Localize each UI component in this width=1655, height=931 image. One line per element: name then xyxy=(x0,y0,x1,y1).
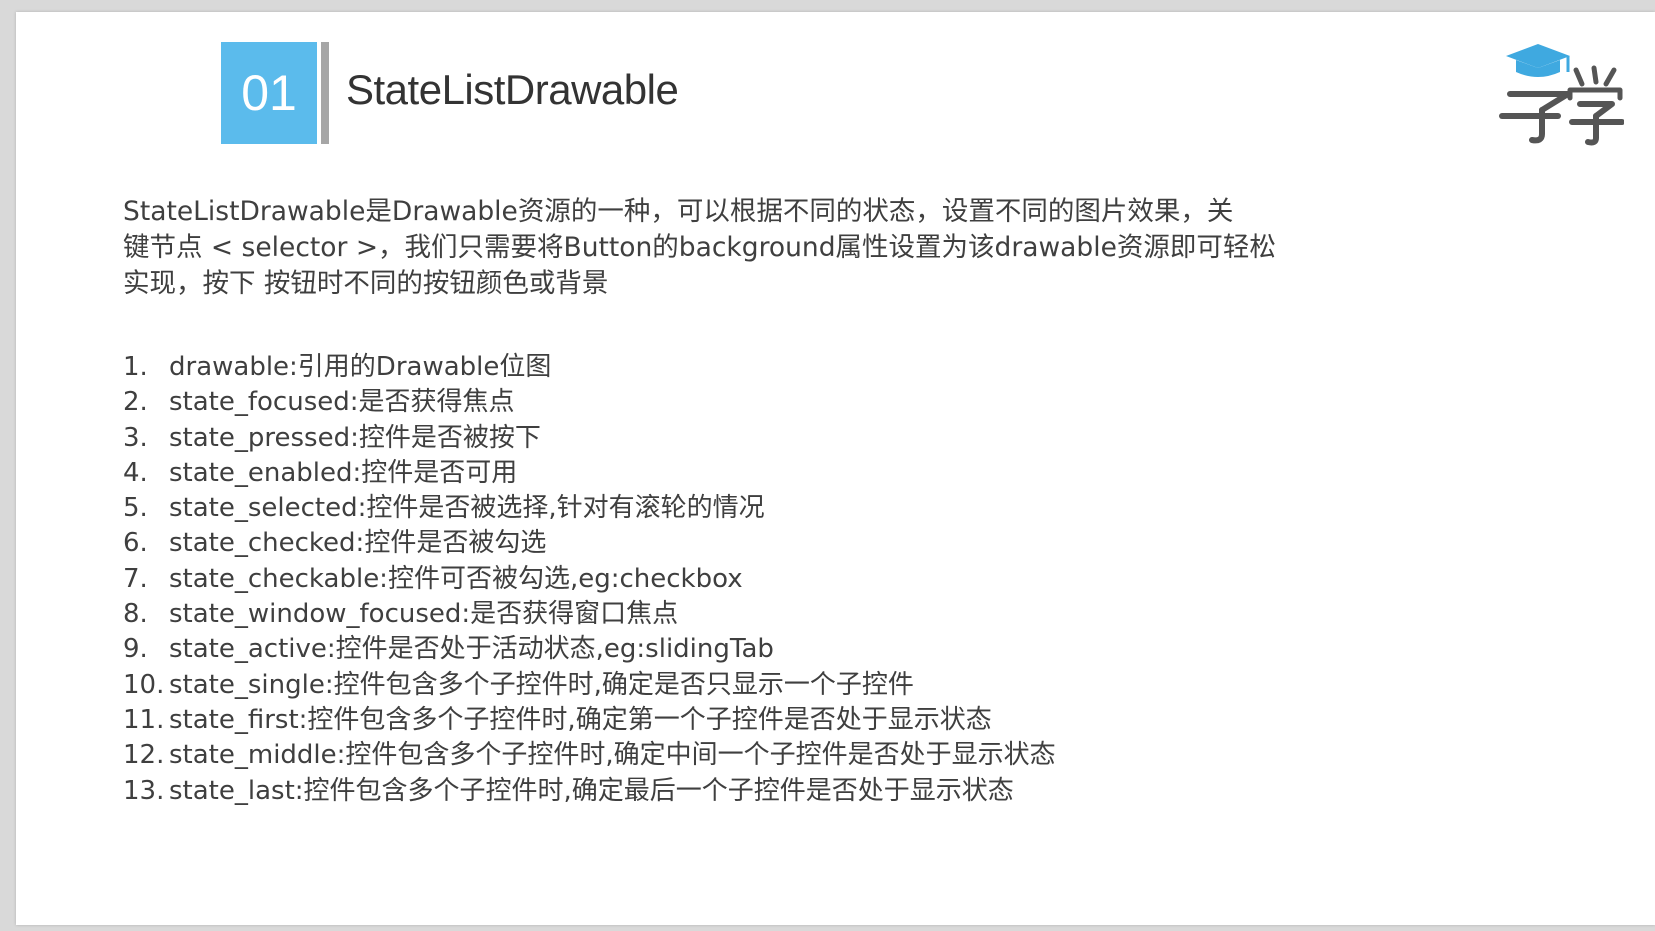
intro-line: StateListDrawable是Drawable资源的一种，可以根据不同的状… xyxy=(123,196,1234,227)
list-item-text: state_pressed:控件是否被按下 xyxy=(169,422,541,453)
list-item-text: state_single:控件包含多个子控件时,确定是否只显示一个子控件 xyxy=(169,669,914,700)
list-item-text: state_active:控件是否处于活动状态,eg:slidingTab xyxy=(169,634,774,665)
list-item: 4. state_enabled:控件是否可用 xyxy=(123,456,1056,491)
list-item-number: 11. xyxy=(123,704,165,735)
list-item-text: state_last:控件包含多个子控件时,确定最后一个子控件是否处于显示状态 xyxy=(169,775,1014,806)
list-item-number: 7. xyxy=(123,563,148,594)
list-item-text: state_selected:控件是否被选择,针对有滚轮的情况 xyxy=(169,493,765,524)
section-number-divider xyxy=(321,42,329,144)
list-item: 13. state_last:控件包含多个子控件时,确定最后一个子控件是否处于显示… xyxy=(123,774,1056,809)
list-item-text: drawable:引用的Drawable位图 xyxy=(169,352,552,382)
list-item: 11. state_first:控件包含多个子控件时,确定第一个子控件是否处于显示… xyxy=(123,703,1056,738)
list-item-text: state_checkable:控件可否被勾选,eg:checkbox xyxy=(169,563,743,594)
list-item: 2. state_focused:是否获得焦点 xyxy=(123,385,1056,420)
section-number: 01 xyxy=(221,42,317,144)
list-item-text: state_first:控件包含多个子控件时,确定第一个子控件是否处于显示状态 xyxy=(169,704,992,735)
list-item-number: 4. xyxy=(123,457,148,488)
list-item: 9. state_active:控件是否处于活动状态,eg:slidingTab xyxy=(123,632,1056,667)
list-item: 12. state_middle:控件包含多个子控件时,确定中间一个子控件是否处于… xyxy=(123,738,1056,773)
list-item-text: state_enabled:控件是否可用 xyxy=(169,457,518,488)
list-item-number: 6. xyxy=(123,528,148,559)
list-item-text: state_focused:是否获得焦点 xyxy=(169,387,515,418)
slide: 01 StateListDrawable StateListDrawable是D… xyxy=(16,12,1655,925)
intro-line: 键节点 < selector >，我们只需要将Button的background… xyxy=(123,232,1276,263)
slide-title: StateListDrawable xyxy=(346,66,679,113)
list-item: 6. state_checked:控件是否被勾选 xyxy=(123,526,1056,561)
list-item-text: state_window_focused:是否获得窗口焦点 xyxy=(169,599,679,630)
list-item: 1. drawable:引用的Drawable位图 xyxy=(123,350,1056,385)
list-item-number: 8. xyxy=(123,599,148,630)
state-attribute-list: 1. drawable:引用的Drawable位图 2. state_focused… xyxy=(123,350,1056,809)
intro-line: 实现，按下 按钮时不同的按钮颜色或背景 xyxy=(123,268,609,299)
list-item-number: 12. xyxy=(123,740,165,771)
list-item-text: state_middle:控件包含多个子控件时,确定中间一个子控件是否处于显示状… xyxy=(169,740,1056,771)
list-item-number: 5. xyxy=(123,493,148,524)
list-item-text: state_checked:控件是否被勾选 xyxy=(169,528,547,559)
list-item-number: 3. xyxy=(123,422,148,453)
intro-paragraph: StateListDrawable是Drawable资源的一种，可以根据不同的状… xyxy=(123,194,1363,302)
list-item: 8. state_window_focused:是否获得窗口焦点 xyxy=(123,597,1056,632)
list-item: 7. state_checkable:控件可否被勾选,eg:checkbox xyxy=(123,562,1056,597)
list-item-number: 9. xyxy=(123,634,148,665)
list-item: 10. state_single:控件包含多个子控件时,确定是否只显示一个子控件 xyxy=(123,668,1056,703)
graduation-cap-logo-icon xyxy=(1499,44,1624,146)
list-item-number: 13. xyxy=(123,775,165,806)
list-item-number: 2. xyxy=(123,387,148,418)
list-item-number: 10. xyxy=(123,669,165,700)
list-item: 3. state_pressed:控件是否被按下 xyxy=(123,421,1056,456)
list-item-number: 1. xyxy=(123,352,148,382)
list-item: 5. state_selected:控件是否被选择,针对有滚轮的情况 xyxy=(123,491,1056,526)
